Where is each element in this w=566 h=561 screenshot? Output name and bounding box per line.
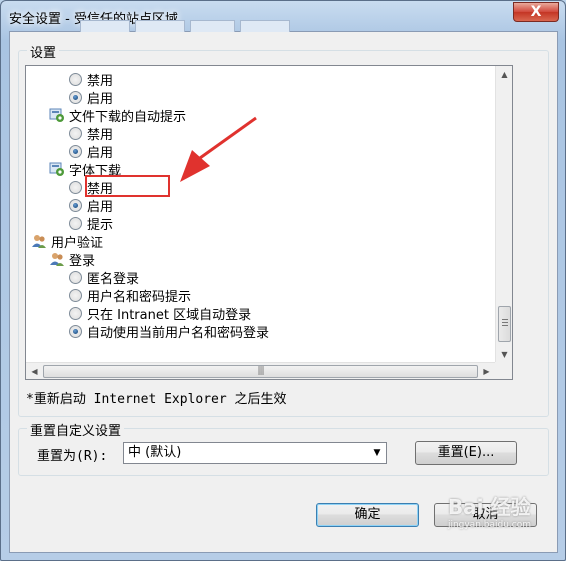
settings-tree-content: 禁用 启用 文件下载的自动提示 禁用 启用 字体下载 禁用 启用 提示 用户验证 登录 匿名登录 用户名…: [26, 66, 495, 363]
tree-item-label: 禁用: [87, 73, 114, 89]
radio-option[interactable]: 只在 Intranet 区域自动登录: [69, 304, 252, 323]
tree-category: 登录: [49, 250, 96, 269]
users-icon: [31, 233, 47, 249]
background-tabs: [10, 18, 557, 32]
radio-checked-icon[interactable]: [69, 198, 82, 212]
chevron-down-icon[interactable]: ▼: [368, 443, 386, 463]
tree-item-label: 只在 Intranet 区域自动登录: [87, 307, 252, 323]
radio-checked-icon[interactable]: [69, 324, 82, 338]
annotation-highlight-box: [85, 175, 170, 197]
ok-button[interactable]: 确定: [316, 503, 419, 527]
reset-level-value: 中 (默认): [128, 445, 182, 460]
settings-tree[interactable]: 禁用 启用 文件下载的自动提示 禁用 启用 字体下载 禁用 启用 提示 用户验证 登录 匿名登录 用户名…: [25, 65, 513, 380]
security-settings-window: 安全设置 - 受信任的站点区域 X 设置 禁用启用文件下载的自动提示禁用启用字体…: [0, 0, 566, 561]
radio-option[interactable]: 禁用: [69, 124, 114, 143]
scroll-up-button[interactable]: ▲: [496, 66, 513, 83]
tree-item-label: 启用: [87, 145, 114, 161]
settings-node-icon: [49, 107, 65, 123]
scroll-corner: [495, 362, 512, 379]
tree-item-label: 提示: [87, 217, 114, 233]
tree-item-label: 禁用: [87, 127, 114, 143]
tree-category: 文件下载的自动提示: [49, 106, 187, 125]
radio-option[interactable]: 匿名登录: [69, 268, 140, 287]
tree-item-label: 用户验证: [51, 235, 104, 251]
radio-unchecked-icon[interactable]: [69, 216, 82, 230]
scroll-left-button[interactable]: ◀: [26, 363, 43, 380]
restart-note: *重新启动 Internet Explorer 之后生效: [26, 392, 287, 407]
radio-option[interactable]: 自动使用当前用户名和密码登录: [69, 322, 270, 341]
tree-item-label: 登录: [69, 253, 96, 269]
settings-node-icon: [49, 161, 65, 177]
radio-option[interactable]: 启用: [69, 196, 114, 215]
settings-group-label: 设置: [27, 42, 60, 61]
reset-button[interactable]: 重置(E)...: [415, 441, 517, 465]
radio-checked-icon[interactable]: [69, 90, 82, 104]
tree-item-label: 启用: [87, 199, 114, 215]
radio-unchecked-icon[interactable]: [69, 288, 82, 302]
vertical-scrollbar[interactable]: ▲ ▼: [495, 66, 512, 363]
radio-unchecked-icon[interactable]: [69, 126, 82, 140]
radio-unchecked-icon[interactable]: [69, 180, 82, 194]
reset-group-label: 重置自定义设置: [27, 420, 125, 439]
radio-option[interactable]: 提示: [69, 214, 114, 233]
tree-item-label: 用户名和密码提示: [87, 289, 192, 305]
annotation-arrow-icon: [180, 116, 257, 182]
reset-level-select[interactable]: 中 (默认) ▼: [123, 442, 387, 464]
radio-option[interactable]: 禁用: [69, 70, 114, 89]
vertical-scroll-thumb[interactable]: [498, 306, 511, 342]
tree-category: 用户验证: [31, 232, 104, 251]
horizontal-scroll-thumb[interactable]: |||: [43, 365, 478, 378]
radio-option[interactable]: 启用: [69, 88, 114, 107]
watermark-text: Bai 经验: [447, 495, 531, 519]
users-icon: [49, 251, 65, 267]
reset-to-label: 重置为(R):: [37, 449, 108, 464]
radio-option[interactable]: 启用: [69, 142, 114, 161]
radio-unchecked-icon[interactable]: [69, 306, 82, 320]
radio-unchecked-icon[interactable]: [69, 270, 82, 284]
horizontal-scrollbar[interactable]: ◀ ||| ▶: [26, 362, 495, 379]
tree-item-label: 自动使用当前用户名和密码登录: [87, 325, 270, 341]
radio-unchecked-icon[interactable]: [69, 72, 82, 86]
watermark-subtext: jingyan.baidu.com: [447, 520, 531, 530]
tree-item-label: 匿名登录: [87, 271, 140, 287]
radio-option[interactable]: 用户名和密码提示: [69, 286, 192, 305]
scroll-down-button[interactable]: ▼: [496, 346, 513, 363]
scroll-right-button[interactable]: ▶: [478, 363, 495, 380]
tree-item-label: 文件下载的自动提示: [69, 109, 187, 125]
tree-item-label: 启用: [87, 91, 114, 107]
watermark: Bai 经验 jingyan.baidu.com: [448, 491, 531, 530]
radio-checked-icon[interactable]: [69, 144, 82, 158]
dialog-client-area: 设置 禁用 启用 文件下载的自动提示 禁用 启用 字体下载 禁用 启用 提示 用户验证 登录 匿名登录…: [9, 20, 558, 553]
